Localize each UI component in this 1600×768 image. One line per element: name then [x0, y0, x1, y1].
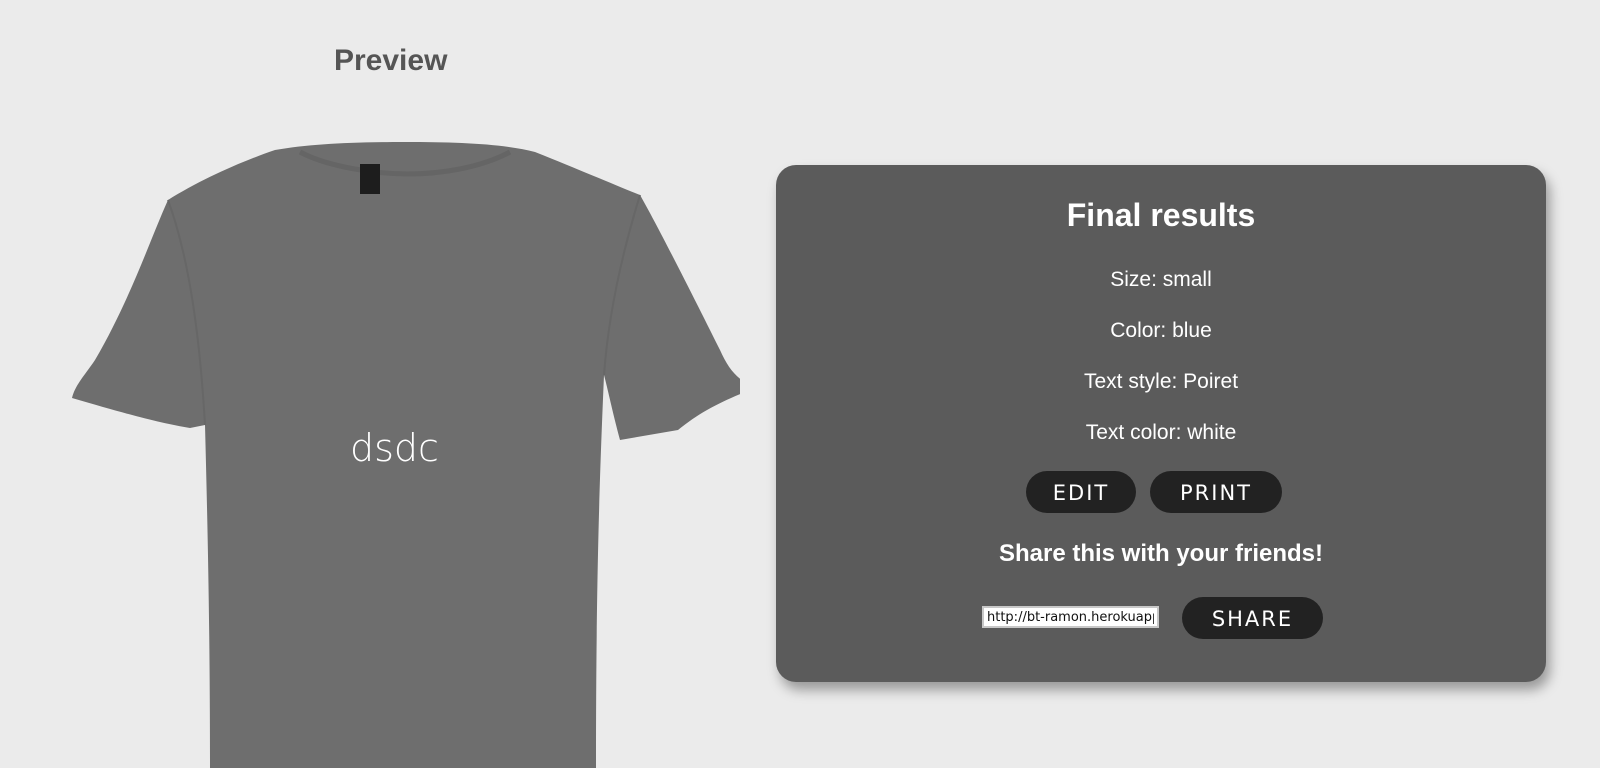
share-url-input[interactable] [982, 606, 1159, 628]
shirt-custom-text: dsdc [350, 426, 439, 470]
color-result: Color: blue [1110, 319, 1212, 342]
size-result: Size: small [1110, 268, 1212, 291]
final-results-card: Final results Size: small Color: blue Te… [776, 165, 1546, 682]
page: Preview dsdc Final results Size: small C… [0, 0, 1600, 768]
results-title: Final results [1066, 197, 1256, 233]
share-heading: Share this with your friends! [998, 540, 1324, 567]
text-style-result: Text style: Poiret [1083, 370, 1239, 393]
tshirt-tag [360, 164, 380, 194]
tshirt-preview: dsdc [60, 140, 740, 768]
print-button[interactable]: PRINT [1150, 471, 1282, 513]
edit-button[interactable]: EDIT [1026, 471, 1136, 513]
share-button[interactable]: SHARE [1182, 597, 1323, 639]
text-color-result: Text color: white [1085, 421, 1237, 444]
preview-title: Preview [334, 44, 448, 77]
